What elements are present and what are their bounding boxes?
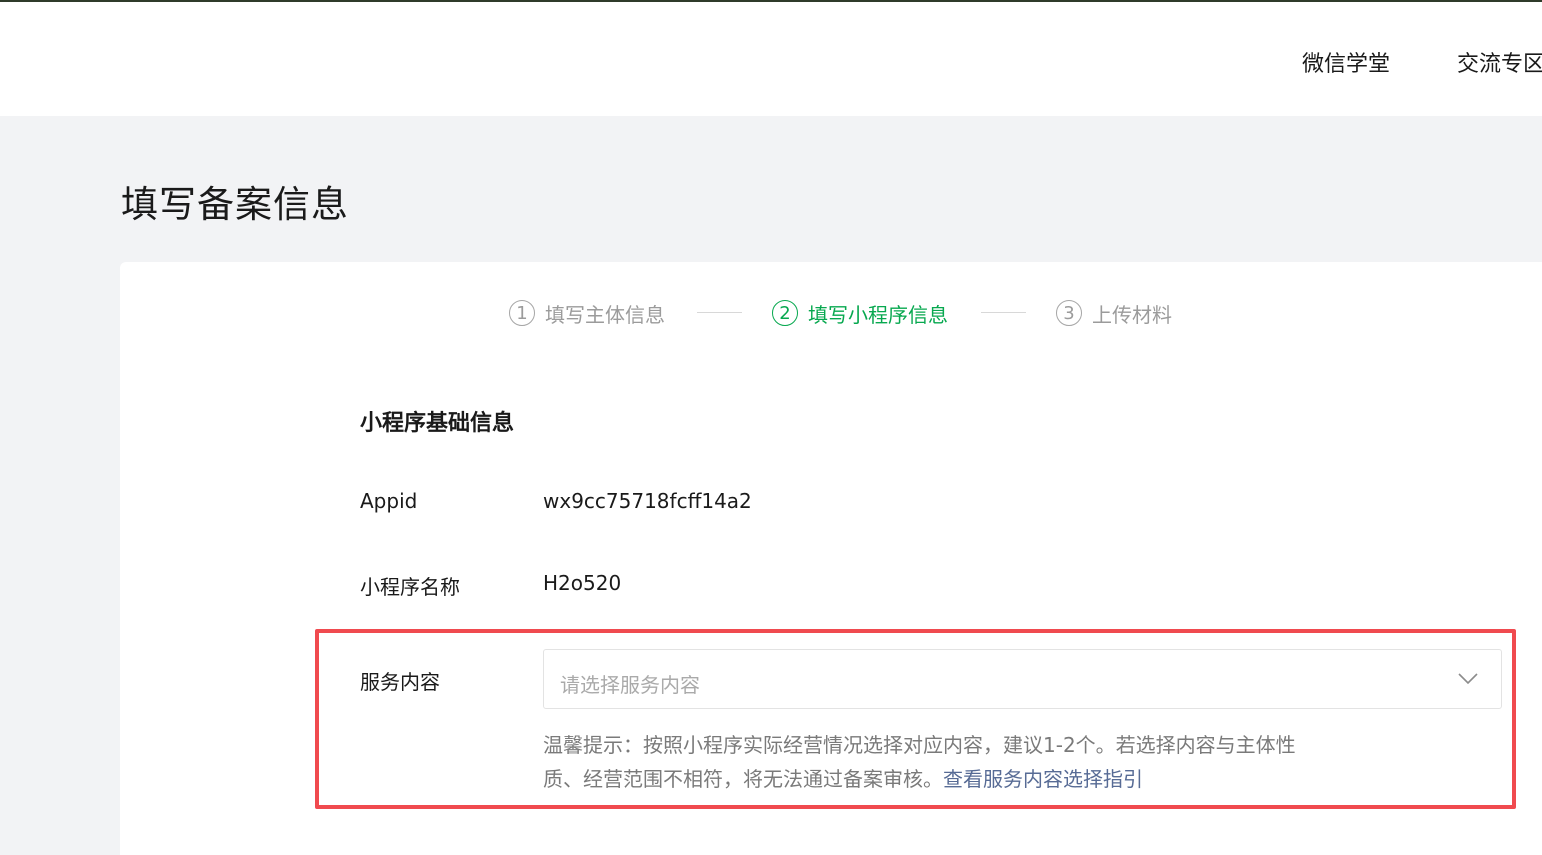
service-content-placeholder: 请选择服务内容 (560, 673, 700, 697)
step-2-number: 2 (772, 300, 798, 326)
nav-item-community[interactable]: 交流专区 (1457, 46, 1542, 78)
mini-program-name-label: 小程序名称 (360, 575, 460, 599)
appid-value: wx9cc75718fcff14a2 (543, 489, 752, 513)
appid-label: Appid (360, 489, 418, 513)
service-content-label: 服务内容 (360, 670, 440, 694)
step-2: 2 填写小程序信息 (772, 298, 948, 328)
step-3-number: 3 (1056, 300, 1082, 326)
mini-program-name-value: H2o520 (543, 571, 622, 595)
step-2-label: 填写小程序信息 (808, 302, 948, 327)
warm-tip-text: 温馨提示：按照小程序实际经营情况选择对应内容，建议1-2个。若选择内容与主体性质… (543, 733, 1296, 791)
step-1-label: 填写主体信息 (545, 302, 665, 327)
section-title: 小程序基础信息 (360, 411, 515, 436)
step-3-label: 上传材料 (1092, 302, 1172, 327)
service-guide-link[interactable]: 查看服务内容选择指引 (943, 767, 1143, 791)
step-1-number: 1 (509, 300, 535, 326)
page-title: 填写备案信息 (121, 183, 349, 226)
warm-tip: 温馨提示：按照小程序实际经营情况选择对应内容，建议1-2个。若选择内容与主体性质… (543, 728, 1333, 796)
nav-item-wechat-academy[interactable]: 微信学堂 (1302, 46, 1390, 78)
chevron-down-icon (1458, 673, 1478, 685)
step-separator (697, 312, 742, 313)
step-1: 1 填写主体信息 (509, 298, 665, 328)
step-separator (981, 312, 1026, 313)
service-content-select[interactable]: 请选择服务内容 (543, 649, 1502, 709)
step-3: 3 上传材料 (1056, 298, 1172, 328)
top-header: 微信学堂 交流专区 (0, 2, 1542, 116)
